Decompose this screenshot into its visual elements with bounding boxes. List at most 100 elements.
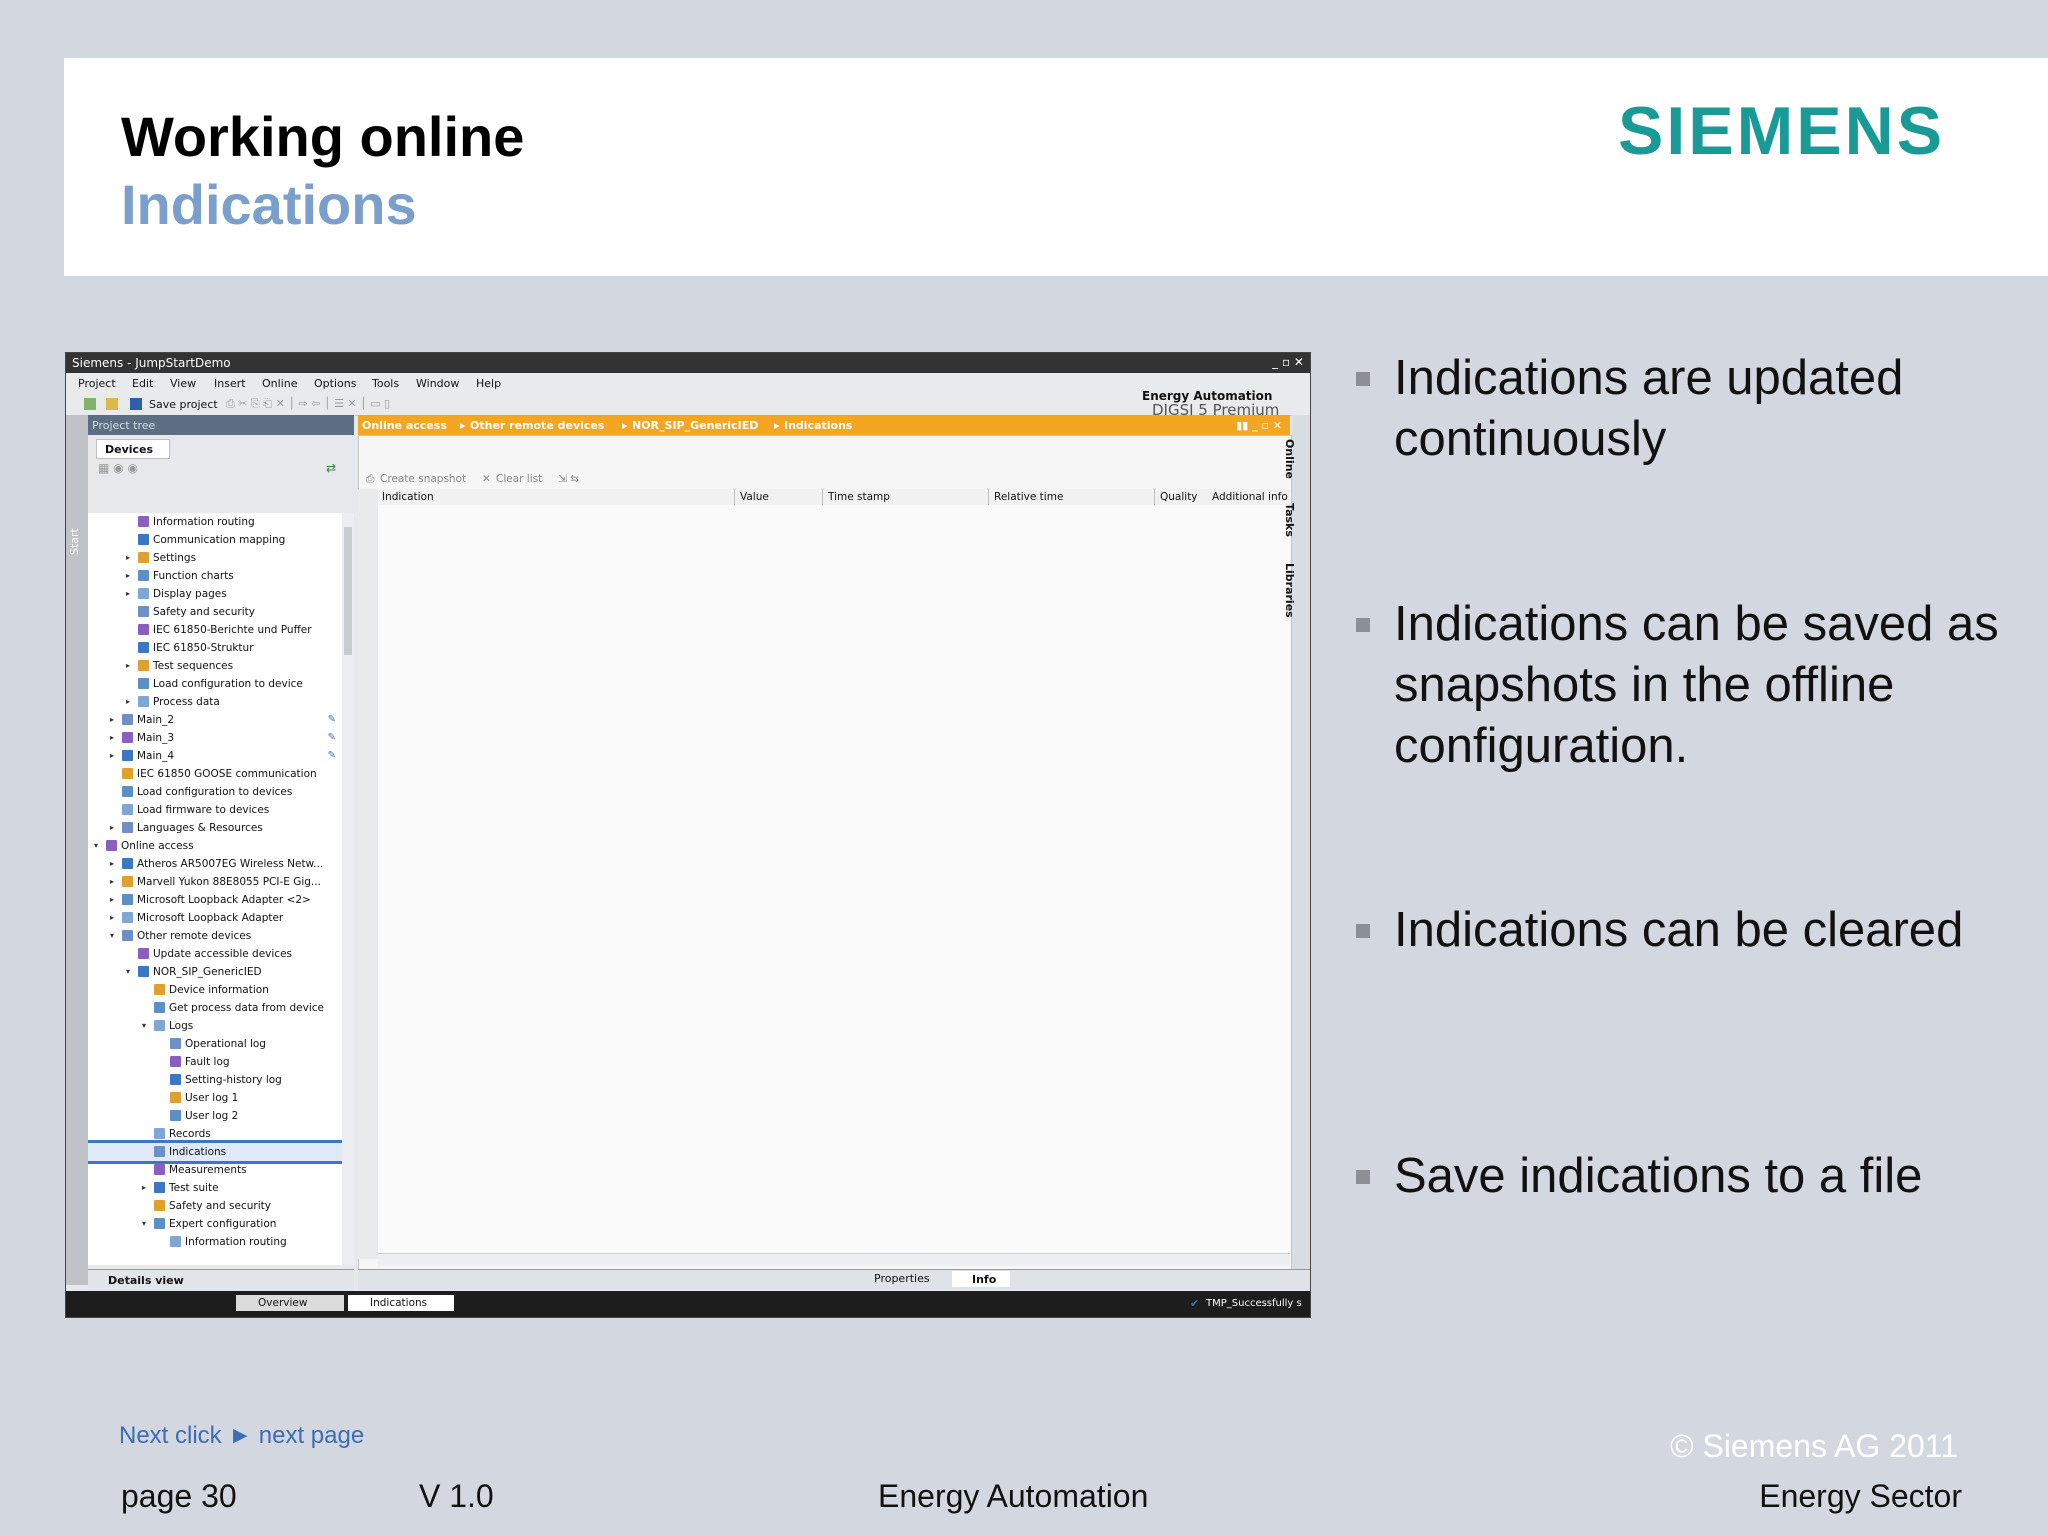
tree-item[interactable]: ▾ Expert configuration — [88, 1215, 342, 1233]
tree-item[interactable]: Measurements — [88, 1161, 342, 1179]
new-project-icon[interactable] — [84, 398, 96, 410]
tree-expand-icon[interactable]: ▸ — [110, 859, 114, 868]
tree-expand-icon[interactable]: ▸ — [110, 823, 114, 832]
tree-item[interactable]: ▸ Microsoft Loopback Adapter <2> — [88, 891, 342, 909]
tree-item[interactable]: ▸ Main_3 ✎ — [88, 729, 342, 747]
tree-item[interactable]: Fault log — [88, 1053, 342, 1071]
tree-item[interactable]: Setting-history log — [88, 1071, 342, 1089]
tree-item[interactable]: ▸ Test suite — [88, 1179, 342, 1197]
column-additional-info[interactable]: Additional info — [1212, 491, 1288, 503]
tree-item[interactable]: ▾ NOR_SIP_GenericIED — [88, 963, 342, 981]
tree-item[interactable]: User log 1 — [88, 1089, 342, 1107]
menu-tools[interactable]: Tools — [372, 377, 399, 390]
open-project-icon[interactable] — [106, 398, 118, 410]
tree-item[interactable]: Operational log — [88, 1035, 342, 1053]
tree-item[interactable]: ▸ Display pages — [88, 585, 342, 603]
menu-help[interactable]: Help — [476, 377, 501, 390]
breadcrumb-online-access[interactable]: Online access — [362, 419, 447, 432]
menu-options[interactable]: Options — [314, 377, 356, 390]
tree-expand-icon[interactable]: ▾ — [126, 967, 130, 976]
menu-project[interactable]: Project — [78, 377, 116, 390]
clear-list-button[interactable]: Clear list — [496, 473, 542, 485]
tree-item[interactable]: Load configuration to devices — [88, 783, 342, 801]
tree-expand-icon[interactable]: ▸ — [110, 877, 114, 886]
tree-item[interactable]: ▸ Atheros AR5007EG Wireless Netw... — [88, 855, 342, 873]
tree-item[interactable]: User log 2 — [88, 1107, 342, 1125]
tree-expand-icon[interactable]: ▸ — [126, 661, 130, 670]
tree-item[interactable]: Safety and security — [88, 603, 342, 621]
column-time-stamp[interactable]: Time stamp — [828, 491, 890, 503]
tree-item[interactable]: Indications — [88, 1140, 342, 1164]
tree-item[interactable]: ▸ Marvell Yukon 88E8055 PCI-E Gig... — [88, 873, 342, 891]
tab-online[interactable]: Online — [1283, 439, 1296, 479]
tree-item[interactable]: IEC 61850 GOOSE communication — [88, 765, 342, 783]
tree-item[interactable]: IEC 61850-Berichte und Puffer — [88, 621, 342, 639]
tree-expand-icon[interactable]: ▾ — [142, 1021, 146, 1030]
tree-options-icon[interactable]: ⇄ — [326, 461, 336, 475]
window-controls-icon[interactable]: _ ▫ ✕ — [1272, 355, 1304, 369]
tab-libraries[interactable]: Libraries — [1283, 563, 1296, 618]
tree-scrollbar-thumb[interactable] — [344, 527, 352, 655]
tree-item[interactable]: ▸ Main_2 ✎ — [88, 711, 342, 729]
properties-tab[interactable]: Properties — [874, 1272, 930, 1285]
tree-item[interactable]: ▸ Main_4 ✎ — [88, 747, 342, 765]
start-strip[interactable]: Start — [66, 415, 88, 1285]
tree-item[interactable]: Information routing — [88, 1233, 342, 1251]
menu-online[interactable]: Online — [262, 377, 297, 390]
tree-item[interactable]: Information routing — [88, 513, 342, 531]
devices-tab[interactable]: Devices — [96, 439, 170, 459]
menu-view[interactable]: View — [170, 377, 196, 390]
column-indication[interactable]: Indication — [382, 491, 434, 503]
menu-window[interactable]: Window — [416, 377, 459, 390]
tree-item[interactable]: Get process data from device — [88, 999, 342, 1017]
tree-item[interactable]: ▸ Process data — [88, 693, 342, 711]
column-value[interactable]: Value — [740, 491, 769, 503]
tree-item[interactable]: Load configuration to device — [88, 675, 342, 693]
save-icon[interactable] — [130, 398, 142, 410]
create-snapshot-button[interactable]: Create snapshot — [380, 473, 466, 485]
tree-expand-icon[interactable]: ▸ — [126, 553, 130, 562]
export-icon[interactable]: ⇲ ⇆ — [558, 473, 579, 485]
tree-expand-icon[interactable]: ▾ — [94, 841, 98, 850]
table-horizontal-scrollbar[interactable] — [378, 1253, 1290, 1266]
tree-expand-icon[interactable]: ▸ — [142, 1183, 146, 1192]
next-click-hint[interactable]: Next click ► next page — [119, 1422, 364, 1450]
tab-tasks[interactable]: Tasks — [1283, 503, 1296, 537]
tree-expand-icon[interactable]: ▸ — [110, 751, 114, 760]
tree-expand-icon[interactable]: ▸ — [110, 913, 114, 922]
overview-button[interactable]: Overview — [236, 1295, 344, 1311]
tree-item[interactable]: ▸ Function charts — [88, 567, 342, 585]
info-tab[interactable]: Info — [952, 1271, 1010, 1287]
tree-item[interactable]: Load firmware to devices — [88, 801, 342, 819]
tree-item[interactable]: ▾ Other remote devices — [88, 927, 342, 945]
tree-item[interactable]: Communication mapping — [88, 531, 342, 549]
tree-item[interactable]: Safety and security — [88, 1197, 342, 1215]
tree-item[interactable]: ▾ Online access — [88, 837, 342, 855]
breadcrumb-nor-sip[interactable]: NOR_SIP_GenericIED — [632, 419, 758, 432]
column-quality[interactable]: Quality — [1160, 491, 1198, 503]
tree-item[interactable]: ▾ Logs — [88, 1017, 342, 1035]
edit-tools-icon[interactable]: ⎙ ✂ ⎘ ⎗ ✕ │ ⇨ ⇦ │ ☰ ✕ │ ▭ ▯ — [226, 397, 390, 411]
column-relative-time[interactable]: Relative time — [994, 491, 1063, 503]
tree-item[interactable]: ▸ Test sequences — [88, 657, 342, 675]
save-project-button[interactable]: Save project — [149, 398, 218, 411]
tree-item[interactable]: Device information — [88, 981, 342, 999]
tree-item[interactable]: Records — [88, 1125, 342, 1143]
breadcrumb-other-remote-devices[interactable]: Other remote devices — [470, 419, 604, 432]
tree-expand-icon[interactable]: ▾ — [110, 931, 114, 940]
tree-item[interactable]: Update accessible devices — [88, 945, 342, 963]
menu-insert[interactable]: Insert — [214, 377, 246, 390]
indications-editor-tab[interactable]: Indications — [348, 1295, 454, 1311]
tree-expand-icon[interactable]: ▸ — [126, 571, 130, 580]
tree-expand-icon[interactable]: ▸ — [110, 895, 114, 904]
tree-item[interactable]: ▸ Settings — [88, 549, 342, 567]
tree-expand-icon[interactable]: ▸ — [110, 733, 114, 742]
editor-window-controls-icon[interactable]: ▮▮ _ ▫ ✕ — [1236, 419, 1282, 432]
tree-item[interactable]: IEC 61850-Struktur — [88, 639, 342, 657]
tree-expand-icon[interactable]: ▾ — [142, 1219, 146, 1228]
tree-expand-icon[interactable]: ▸ — [126, 589, 130, 598]
tree-expand-icon[interactable]: ▸ — [126, 697, 130, 706]
tree-tools-icon[interactable]: ▦ ◉ ◉ — [98, 461, 138, 475]
tree-item[interactable]: ▸ Microsoft Loopback Adapter — [88, 909, 342, 927]
details-view[interactable]: Details view — [88, 1269, 354, 1292]
